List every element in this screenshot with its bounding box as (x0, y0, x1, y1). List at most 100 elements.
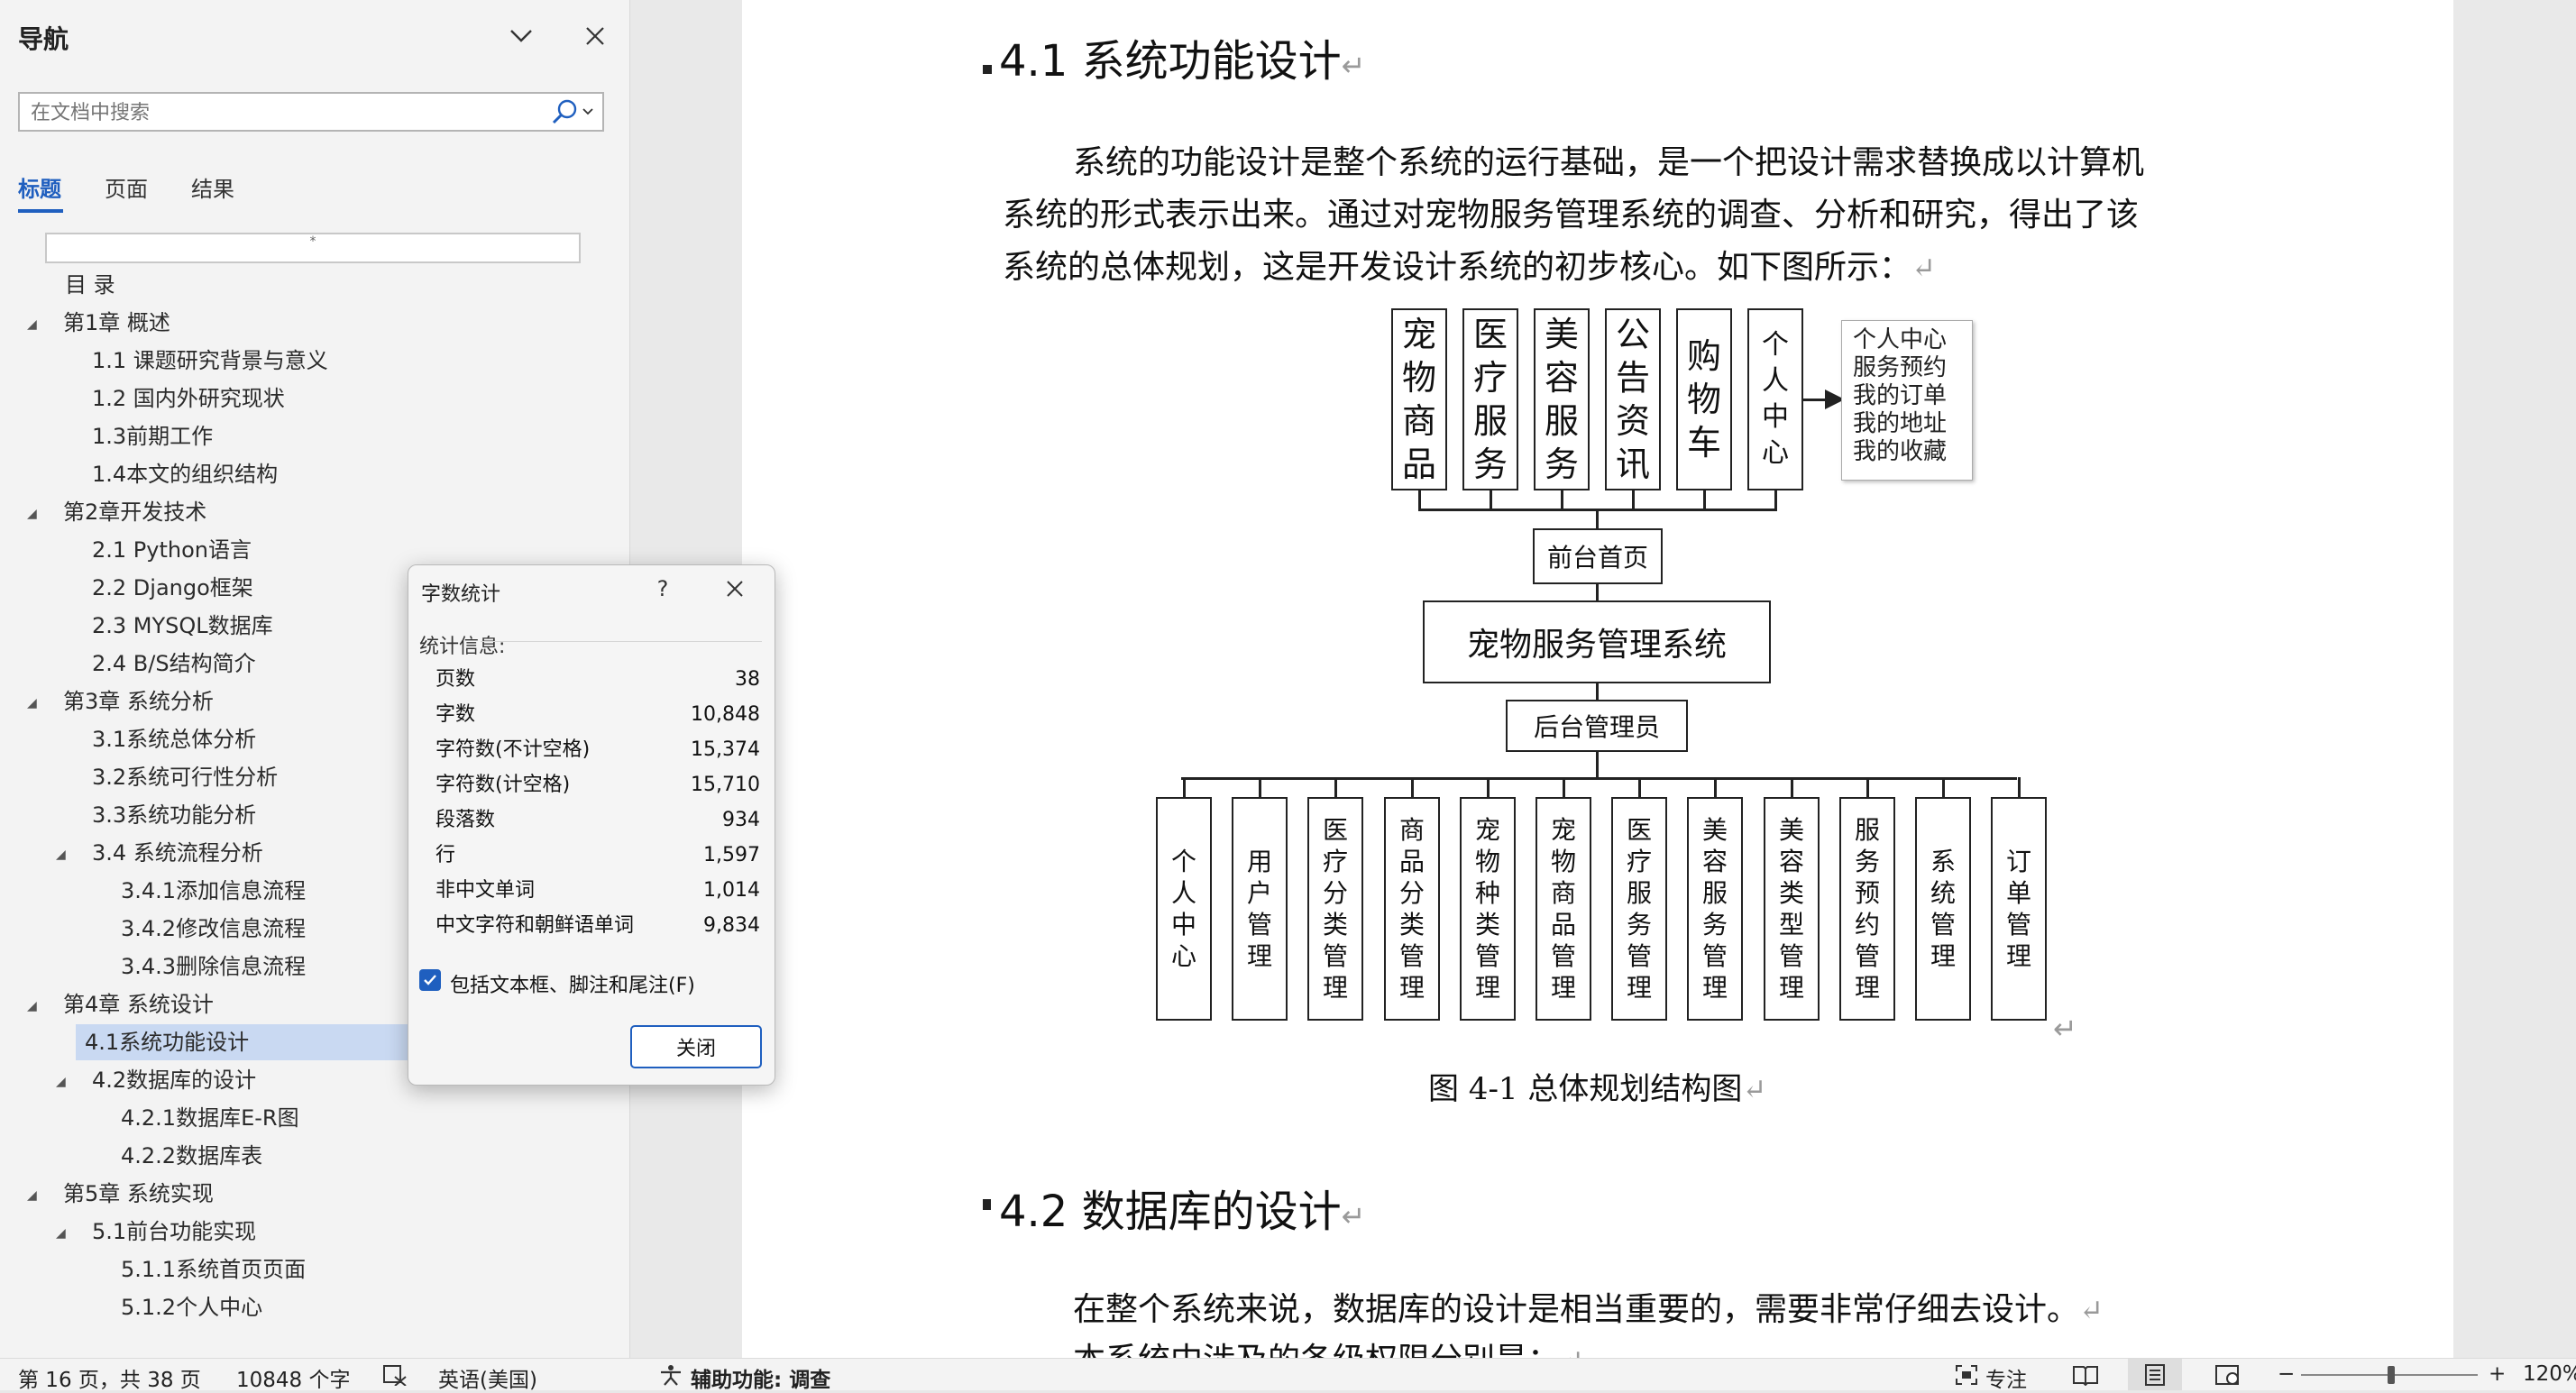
toc-item[interactable]: 1.4本文的组织结构 (0, 456, 622, 492)
focus-icon[interactable] (1955, 1364, 1978, 1391)
toc-item[interactable]: 目 录 (0, 267, 622, 303)
paragraph-mark: ↵ (1341, 49, 1366, 83)
toc-blank-heading[interactable]: * (45, 233, 581, 263)
paragraph-line-end[interactable]: 在整个系统来说，数据库的设计是相当重要的，需要非常仔细去设计。↵ (1073, 1284, 2104, 1336)
page-indicator[interactable]: 第 16 页，共 38 页 (18, 1362, 201, 1393)
expand-triangle-icon[interactable]: ◢ (27, 685, 37, 721)
paragraph-line-end[interactable]: 系统的总体规划，这是开发设计系统的初步核心。如下图所示：↵ (1003, 242, 1936, 294)
note-line: 我的订单 (1853, 382, 1948, 409)
paragraph-line-end[interactable]: 本系统中涉及的各级权限分别是：↵ (1073, 1334, 1584, 1358)
toc-item[interactable]: ◢ 第5章 系统实现 (0, 1176, 622, 1212)
module-label: 服务预约管理 (1854, 815, 1880, 1003)
statistic-row: 字符数(不计空格) 15,374 (435, 733, 760, 767)
checkbox-label[interactable]: 包括文本框、脚注和尾注(F) (450, 969, 695, 998)
zoom-level[interactable]: 120% (2523, 1362, 2576, 1386)
module-label: 美容类型管理 (1778, 815, 1804, 1003)
nav-options-chevron-icon[interactable] (503, 20, 539, 52)
word-count-indicator[interactable]: 10848 个字 (236, 1362, 350, 1393)
paragraph-text: 系统的总体规划，这是开发设计系统的初步核心。如下图所示： (1003, 249, 1912, 286)
paragraph-line[interactable]: 系统的形式表示出来。通过对宠物服务管理系统的调查、分析和研究，得出了该 (1003, 189, 2139, 242)
nav-search-box[interactable] (18, 92, 604, 132)
accessibility-indicator[interactable]: 辅助功能: 调查 (691, 1362, 830, 1393)
toc-item[interactable]: 1.1 课题研究背景与意义 (0, 343, 622, 379)
search-button[interactable] (545, 97, 599, 126)
expand-triangle-icon[interactable]: ◢ (27, 1178, 37, 1214)
module-label: 商品分类管理 (1398, 815, 1425, 1003)
toc-item[interactable]: 1.2 国内外研究现状 (0, 380, 622, 417)
expand-triangle-icon[interactable]: ◢ (27, 988, 37, 1024)
paragraph-line[interactable]: 系统的功能设计是整个系统的运行基础，是一个把设计需求替换成以计算机 (1073, 137, 2144, 189)
statistic-value: 934 (722, 809, 760, 831)
toc-item[interactable]: ◢ 第1章 概述 (0, 305, 622, 341)
heading-4-1[interactable]: 4.1 系统功能设计↵ (999, 25, 1365, 88)
proofing-icon[interactable] (382, 1364, 408, 1391)
bottom-module-box: 商品分类管理 (1384, 797, 1440, 1021)
toc-item[interactable]: 5.1.2个人中心 (0, 1289, 622, 1325)
bottom-module-box: 宠物商品管理 (1536, 797, 1591, 1021)
bottom-module-box: 医疗分类管理 (1307, 797, 1363, 1021)
module-label: 购物车 (1686, 336, 1721, 463)
system-box: 宠物服务管理系统 (1423, 600, 1771, 683)
statistic-value: 9,834 (703, 914, 760, 937)
toc-item-label: 4.2.1数据库E-R图 (121, 1105, 299, 1131)
paragraph-mark: ↵ (2053, 1012, 2077, 1046)
toc-item[interactable]: 5.1.1系统首页页面 (0, 1251, 622, 1288)
tab-results[interactable]: 结果 (191, 171, 234, 203)
accessibility-icon[interactable] (658, 1364, 683, 1391)
divider (481, 641, 762, 642)
include-textboxes-checkbox[interactable] (419, 969, 441, 991)
toc-item[interactable]: 2.1 Python语言 (0, 532, 622, 568)
toc-item[interactable]: ◢ 第2章开发技术 (0, 494, 622, 530)
paragraph-mark: ↵ (1911, 251, 1936, 285)
figure-caption[interactable]: 图 4-1 总体规划结构图↵ (1428, 1064, 1766, 1108)
paragraph-mark: ↵ (2079, 1293, 2104, 1327)
expand-triangle-icon[interactable]: ◢ (27, 496, 37, 532)
focus-label[interactable]: 专注 (1985, 1362, 2027, 1393)
module-label: 系统管理 (1930, 847, 1956, 971)
toc-item-selected[interactable]: 4.1系统功能设计 (76, 1024, 409, 1060)
close-button[interactable]: 关闭 (630, 1025, 762, 1068)
connector-line (1638, 777, 1641, 797)
web-layout-icon[interactable] (2214, 1364, 2241, 1391)
toc-item-label: 2.1 Python语言 (92, 537, 252, 563)
toc-item-label: 3.4.3删除信息流程 (121, 954, 307, 979)
toc-item-label: 3.2系统可行性分析 (92, 765, 279, 790)
zoom-slider-thumb[interactable] (2388, 1366, 2395, 1384)
structure-diagram[interactable]: 宠物商品 医疗服务 美容服务 公告资讯 购物车 个人中心 个人中心 服务预约 我的订… (1145, 307, 2074, 1037)
connector-line (1259, 777, 1261, 797)
zoom-out-button[interactable]: − (2278, 1362, 2295, 1386)
expand-triangle-icon[interactable]: ◢ (56, 1064, 66, 1100)
toc-item-label: 2.2 Django框架 (92, 575, 253, 600)
connector-line (1561, 490, 1563, 510)
heading-bullet-icon (983, 65, 992, 74)
word-count-dialog[interactable]: 字数统计 ? 统计信息: 页数 38 字数 10,848 字符数(不计空格) 15,374… (408, 564, 775, 1086)
toc-item-label: 1.3前期工作 (92, 424, 214, 449)
personal-center-note: 个人中心 服务预约 我的订单 我的地址 我的收藏 (1841, 320, 1973, 481)
toc-item[interactable]: 4.2.2数据库表 (0, 1138, 622, 1174)
statistic-value: 10,848 (691, 703, 760, 726)
search-input[interactable] (29, 98, 546, 127)
connector-line (1487, 777, 1490, 797)
connector-line (1418, 490, 1421, 510)
search-icon (552, 99, 576, 124)
expand-triangle-icon[interactable]: ◢ (27, 307, 37, 343)
help-icon[interactable]: ? (645, 573, 681, 605)
heading-4-2[interactable]: 4.2 数据库的设计↵ (999, 1176, 1365, 1239)
toc-item[interactable]: 1.3前期工作 (0, 418, 622, 454)
print-layout-icon (2145, 1364, 2165, 1386)
expand-triangle-icon[interactable]: ◢ (56, 837, 66, 873)
connector-line (1490, 490, 1492, 510)
toc-item[interactable]: ◢ 5.1前台功能实现 (0, 1214, 622, 1250)
zoom-in-button[interactable]: + (2489, 1362, 2506, 1386)
tab-headings[interactable]: 标题 (18, 171, 61, 203)
dialog-close-icon[interactable] (717, 573, 753, 605)
nav-close-icon[interactable] (577, 20, 613, 52)
toc-item-label: 第1章 概述 (63, 310, 170, 335)
tab-pages[interactable]: 页面 (105, 171, 148, 203)
expand-triangle-icon[interactable]: ◢ (56, 1215, 66, 1251)
print-layout-button[interactable] (2128, 1359, 2182, 1390)
toc-item[interactable]: 4.2.1数据库E-R图 (0, 1100, 622, 1136)
read-mode-icon[interactable] (2072, 1364, 2099, 1391)
toc-item-label: 4.1系统功能设计 (85, 1030, 250, 1055)
language-indicator[interactable]: 英语(美国) (438, 1362, 537, 1393)
